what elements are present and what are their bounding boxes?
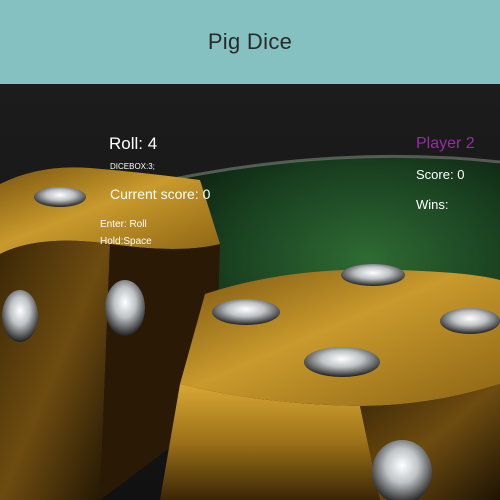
player-name: Player 2 [416,135,475,152]
front-die [160,264,500,500]
roll-key-hint: Enter: Roll [100,219,147,230]
current-score-value: 0 [202,186,211,202]
dicebox-label: DICEBOX:3; [110,162,155,171]
hold-key-hint: Hold:Space [100,236,152,247]
player-wins-label: Wins: [416,197,449,212]
title-bar: Pig Dice [0,0,500,84]
roll-label: Roll: [109,134,144,153]
roll-value: 4 [147,134,158,153]
player-score-value: 0 [457,167,465,182]
current-score-label: Current score: [110,186,199,202]
player-score-label: Score: [416,167,454,182]
game-window: Pig Dice Roll: 4 DICEBOX:3; Current scor… [0,0,500,500]
player-score-readout: Score: 0 [416,167,464,182]
player-wins-readout: Wins: [416,197,449,212]
current-score-readout: Current score: 0 [110,186,210,202]
roll-readout: Roll: 4 [109,134,157,154]
page-title: Pig Dice [207,29,293,54]
